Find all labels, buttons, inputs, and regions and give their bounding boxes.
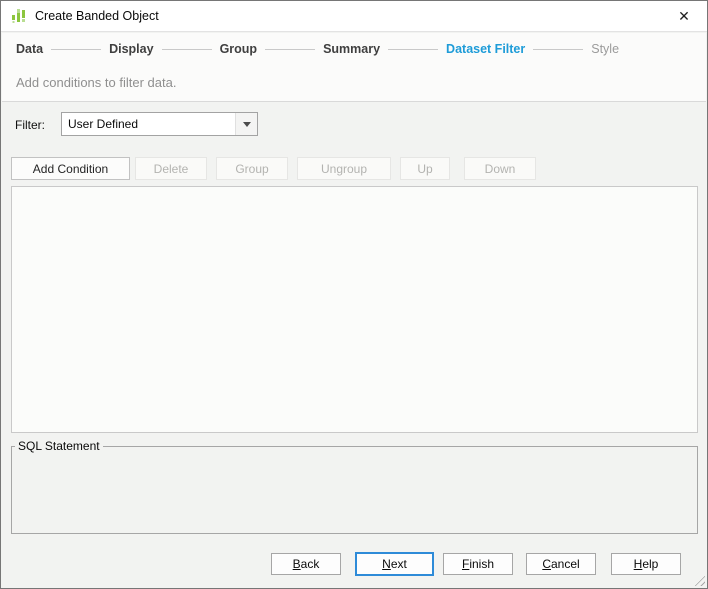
help-button[interactable]: Help bbox=[611, 553, 681, 575]
next-button[interactable]: Next bbox=[355, 552, 434, 576]
step-connector bbox=[265, 49, 315, 50]
up-button: Up bbox=[400, 157, 450, 180]
step-connector bbox=[51, 49, 101, 50]
step-connector bbox=[388, 49, 438, 50]
down-button: Down bbox=[464, 157, 536, 180]
back-button[interactable]: Back bbox=[271, 553, 341, 575]
group-button: Group bbox=[216, 157, 288, 180]
step-connector bbox=[533, 49, 583, 50]
filter-dropdown-value: User Defined bbox=[62, 117, 235, 131]
close-icon: ✕ bbox=[678, 8, 690, 25]
wizard-description: Add conditions to filter data. bbox=[16, 75, 176, 90]
wizard-step-style: Style bbox=[591, 42, 619, 56]
create-banded-object-dialog: Create Banded Object ✕ Data Display Grou… bbox=[0, 0, 708, 589]
close-button[interactable]: ✕ bbox=[667, 1, 701, 32]
step-connector bbox=[162, 49, 212, 50]
sql-statement-label: SQL Statement bbox=[15, 439, 103, 453]
banded-object-chart-icon bbox=[11, 8, 27, 24]
wizard-step-data[interactable]: Data bbox=[16, 42, 43, 56]
window-title: Create Banded Object bbox=[35, 9, 159, 23]
wizard-step-display[interactable]: Display bbox=[109, 42, 153, 56]
ungroup-button: Ungroup bbox=[297, 157, 391, 180]
titlebar: Create Banded Object ✕ bbox=[1, 1, 707, 32]
delete-button: Delete bbox=[135, 157, 207, 180]
resize-grip[interactable] bbox=[692, 573, 705, 586]
wizard-header: Data Display Group Summary Dataset Filte… bbox=[2, 33, 706, 102]
conditions-list-panel[interactable] bbox=[11, 186, 698, 433]
cancel-button[interactable]: Cancel bbox=[526, 553, 596, 575]
wizard-steps: Data Display Group Summary Dataset Filte… bbox=[16, 42, 619, 56]
wizard-step-group[interactable]: Group bbox=[220, 42, 258, 56]
wizard-step-dataset-filter[interactable]: Dataset Filter bbox=[446, 42, 525, 56]
sql-statement-content bbox=[22, 457, 687, 523]
finish-button[interactable]: Finish bbox=[443, 553, 513, 575]
sql-statement-groupbox: SQL Statement bbox=[11, 446, 698, 534]
filter-label: Filter: bbox=[15, 118, 45, 132]
filter-dropdown[interactable]: User Defined bbox=[61, 112, 258, 136]
dropdown-arrow-button[interactable] bbox=[235, 113, 257, 135]
chevron-down-icon bbox=[243, 122, 251, 127]
wizard-step-summary[interactable]: Summary bbox=[323, 42, 380, 56]
add-condition-button[interactable]: Add Condition bbox=[11, 157, 130, 180]
